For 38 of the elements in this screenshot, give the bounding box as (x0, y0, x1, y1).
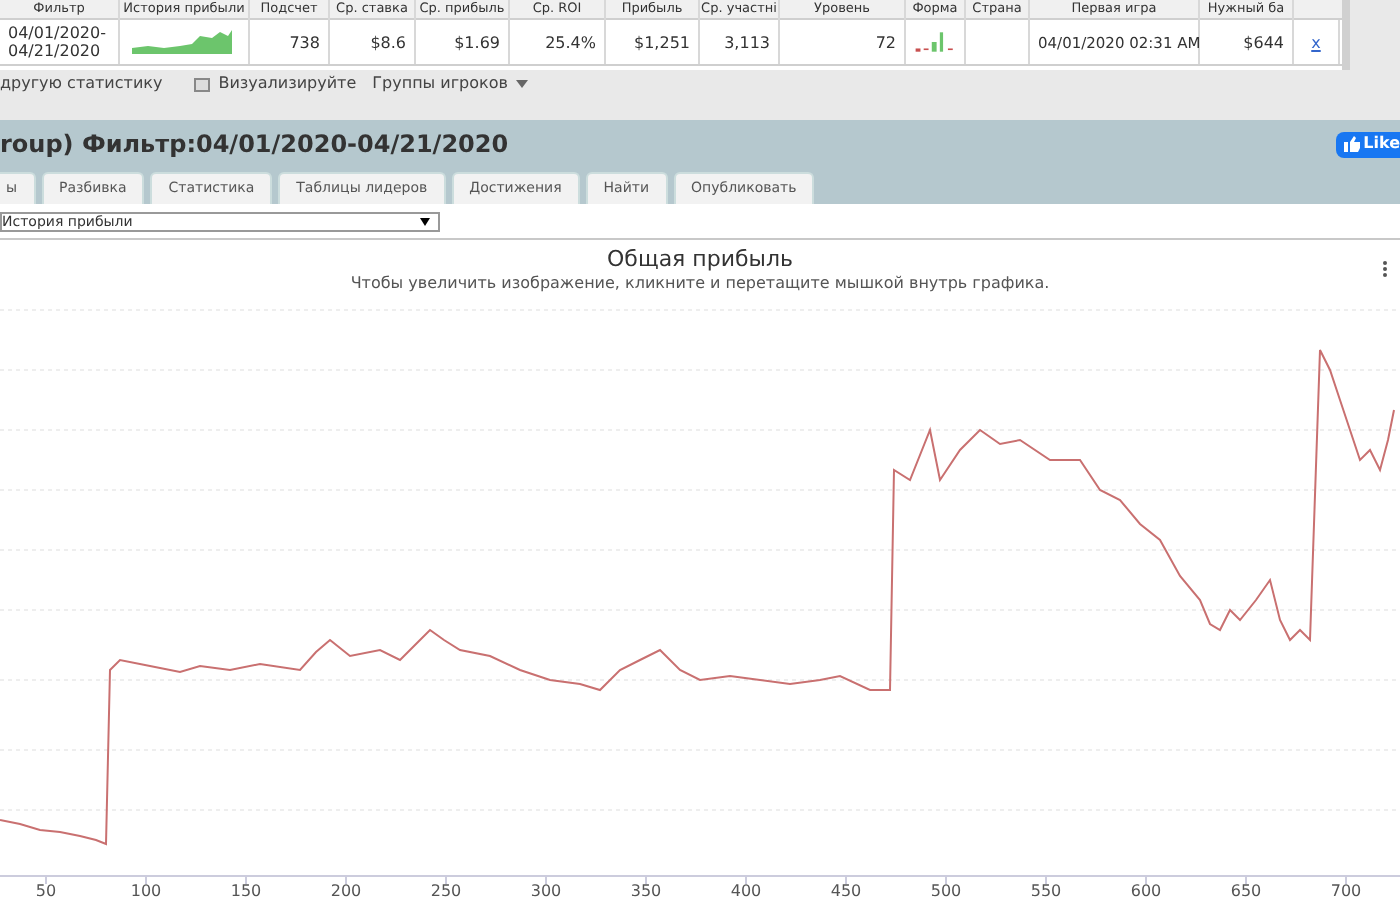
axis-label: 300 (528, 882, 564, 900)
player-groups-menu[interactable]: Группы игроков (372, 72, 528, 96)
form-bars-drawing (914, 28, 956, 56)
table-cell: $8.6 (370, 33, 406, 51)
chart-subtitle: Чтобы увеличить изображение, кликните и перетащите мышкой внутрь графика. (350, 272, 1050, 294)
chart-menu-icon[interactable] (1382, 260, 1388, 278)
axis-label: 400 (728, 882, 764, 900)
remove-link[interactable]: x (1311, 33, 1321, 51)
page-title: roup) Фильтр:04/01/2020-04/21/2020 (0, 130, 509, 158)
table-cell: $1,251 (634, 33, 690, 51)
axis-label: 50 (33, 882, 59, 900)
axis-label: 350 (628, 882, 664, 900)
axis-label: 550 (1028, 882, 1064, 900)
caret-icon (515, 80, 528, 88)
axis-label: 450 (828, 882, 864, 900)
sparkline-drawing (132, 28, 236, 56)
axis-label: 100 (128, 882, 164, 900)
table-cell-text: 04/01/2020-04/21/2020 (8, 24, 108, 60)
chart-title: Общая прибыль (607, 246, 793, 272)
axis-label: 250 (428, 882, 464, 900)
axis-label: 150 (228, 882, 264, 900)
thumbs-up-icon (1343, 136, 1360, 152)
like-button[interactable]: Like (1335, 131, 1400, 157)
dropdown-arrow-icon (420, 217, 430, 225)
axis-label: 600 (1128, 882, 1164, 900)
visualize-link[interactable]: Визуализируйте (218, 72, 357, 96)
table-cell: 738 (289, 33, 320, 51)
image-icon (194, 77, 211, 91)
axis-label: 700 (1328, 882, 1364, 900)
table-cell: 25.4% (545, 33, 596, 51)
other-stats-link[interactable]: другую статистику (0, 72, 163, 96)
axis-label: 650 (1228, 882, 1264, 900)
table-cell: 3,113 (724, 33, 770, 51)
table-cell: $1.69 (454, 33, 500, 51)
axis-label: 500 (928, 882, 964, 900)
table-cell: 72 (875, 33, 896, 51)
axis-label: 200 (328, 882, 364, 900)
table-cell: $644 (1243, 33, 1284, 51)
